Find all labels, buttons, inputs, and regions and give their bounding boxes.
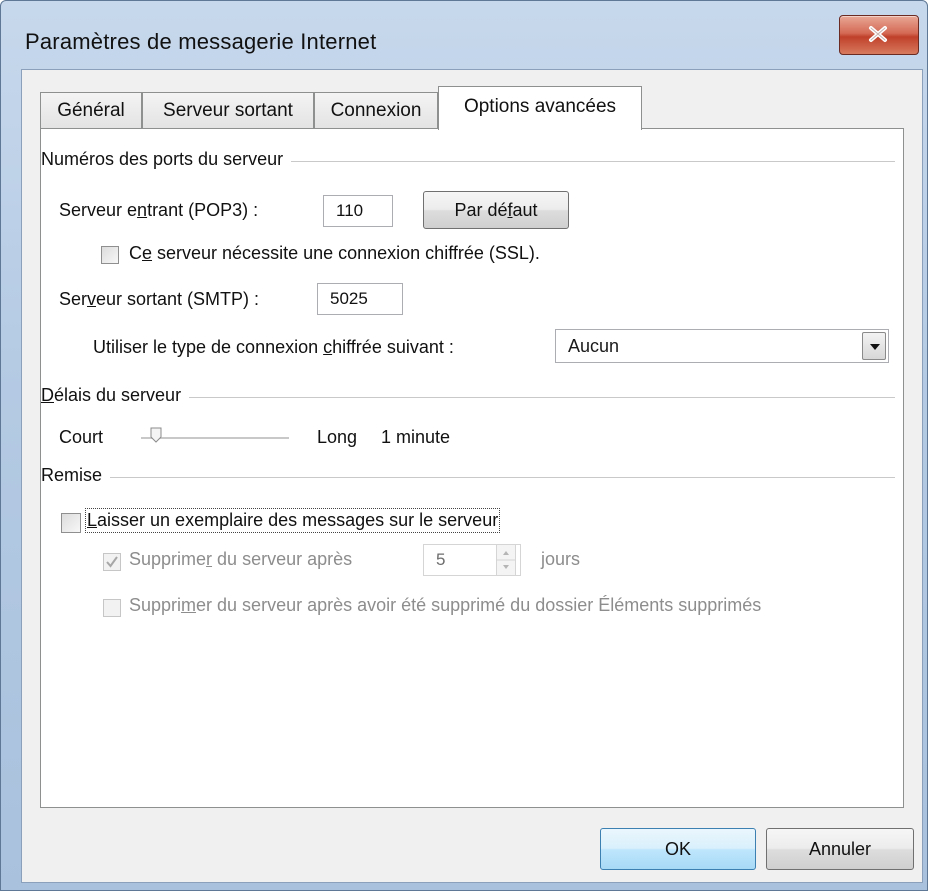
timeout-short-label: Court <box>59 427 104 447</box>
encryption-type-label: Utiliser le type de connexion chiffrée s… <box>93 337 454 357</box>
tab-advanced-options[interactable]: Options avancées <box>438 86 642 130</box>
tab-general[interactable]: Général <box>40 92 142 128</box>
group-divider <box>51 477 895 478</box>
encryption-type-select[interactable]: Aucun <box>555 329 889 363</box>
timeout-slider-thumb[interactable] <box>150 427 162 443</box>
leave-copy-label: Laisser un exemplaire des messages sur l… <box>84 508 501 533</box>
delivery-group-label: Remise <box>41 465 111 486</box>
timeout-value: 1 minute <box>381 427 451 447</box>
incoming-port-input[interactable]: 110 <box>323 195 393 227</box>
dropdown-button[interactable] <box>862 332 886 360</box>
timeout-long-label: Long <box>317 427 358 447</box>
remove-after-checkbox[interactable] <box>103 553 121 571</box>
ports-group-label: Numéros des ports du serveur <box>41 149 292 170</box>
ssl-label: Ce serveur nécessite une connexion chiff… <box>129 243 540 263</box>
remove-after-days-input[interactable]: 5 <box>423 544 521 576</box>
days-label: jours <box>541 549 581 569</box>
timeout-slider-track[interactable] <box>141 437 289 440</box>
close-icon <box>869 26 887 42</box>
window-title: Paramètres de messagerie Internet <box>25 29 377 54</box>
outgoing-server-label: Serveur sortant (SMTP) : <box>59 289 260 309</box>
cancel-button[interactable]: Annuler <box>766 828 914 870</box>
chevron-down-icon <box>870 344 880 350</box>
dialog-client-area: Général Serveur sortant Connexion Option… <box>21 69 923 883</box>
spinner-arrows-icon <box>497 551 515 569</box>
tab-connection[interactable]: Connexion <box>314 92 438 128</box>
days-spinner[interactable] <box>496 544 516 576</box>
remove-after-label: Supprimer du serveur après <box>129 549 353 569</box>
dialog-window: Paramètres de messagerie Internet Généra… <box>0 0 928 891</box>
remove-deleted-label: Supprimer du serveur après avoir été sup… <box>129 595 762 615</box>
outgoing-port-input[interactable]: 5025 <box>317 283 403 315</box>
checkmark-icon <box>106 556 118 568</box>
default-ports-button[interactable]: Par défaut <box>423 191 569 229</box>
remove-deleted-checkbox[interactable] <box>103 599 121 617</box>
ok-button[interactable]: OK <box>600 828 756 870</box>
incoming-server-label: Serveur entrant (POP3) : <box>59 200 259 220</box>
leave-copy-checkbox[interactable] <box>61 513 81 533</box>
close-button[interactable] <box>839 15 919 55</box>
ssl-checkbox[interactable] <box>101 246 119 264</box>
encryption-type-value: Aucun <box>568 336 620 356</box>
tab-panel-advanced: Numéros des ports du serveur Serveur ent… <box>40 128 904 808</box>
timeouts-group-label: Délais du serveur <box>41 385 190 406</box>
tab-outgoing-server[interactable]: Serveur sortant <box>142 92 314 128</box>
